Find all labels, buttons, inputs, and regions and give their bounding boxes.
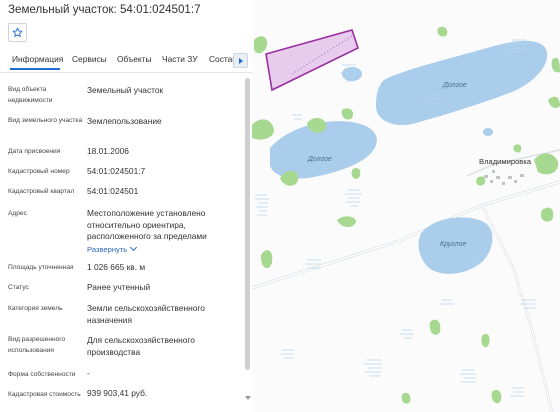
field-value: 54:01:024501:7: [87, 166, 146, 176]
map-canvas[interactable]: Долгое Долгое Круглое Владимировка: [252, 0, 560, 412]
field-label: Категория земель: [8, 305, 63, 312]
chevron-right-icon: [238, 57, 243, 64]
lake-label-krugloe: Круглое: [440, 241, 467, 248]
road-line: [480, 204, 554, 412]
field-value: -: [87, 368, 90, 378]
lake-label-dolgoe: Долгое: [443, 82, 467, 89]
field-label: Дата присвоения: [8, 148, 61, 155]
active-tab-indicator: [10, 68, 60, 70]
field-label: Форма собственности: [8, 371, 76, 378]
favorite-button[interactable]: [8, 23, 27, 42]
field-value: 1 026 665 кв. м: [87, 262, 146, 272]
scroll-down-icon[interactable]: [245, 396, 251, 400]
field-label: Вид земельного участка: [8, 117, 83, 124]
field-label: Кадастровый квартал: [8, 188, 75, 195]
scrollbar-thumb[interactable]: [245, 78, 250, 370]
field-label: Адрес: [8, 210, 27, 217]
address-value: Местоположение установлено относительно …: [87, 208, 237, 255]
map-svg: [252, 26, 560, 412]
page-title: Земельный участок: 54:01:024501:7: [8, 3, 201, 16]
road-line: [481, 204, 553, 412]
expand-label: Развернуть: [87, 244, 128, 254]
village-label: Владимировка: [479, 157, 532, 166]
tab-bar: Информация Сервисы Объекты Части ЗУ Сост…: [0, 50, 252, 73]
field-value: Землепользование: [87, 116, 162, 126]
field-label: Площадь уточненная: [8, 264, 74, 271]
tab-parts[interactable]: Части ЗУ: [162, 54, 198, 64]
info-panel: Земельный участок: 54:01:024501:7 Информ…: [0, 0, 253, 412]
field-label: Кадастровая стоимость: [8, 391, 81, 398]
field-value: Земли сельскохозяйственного назначения: [87, 303, 205, 325]
tab-objects[interactable]: Объекты: [117, 54, 152, 64]
cadastral-parcel[interactable]: [265, 29, 359, 92]
lake-label-dolgoe-south: Долгое: [308, 156, 332, 163]
tab-info[interactable]: Информация: [12, 54, 63, 64]
field-value: 54:01:024501: [87, 186, 139, 196]
field-label: Вид объекта недвижимости: [8, 86, 53, 104]
pond: [483, 128, 493, 136]
expand-link[interactable]: Развернуть: [87, 243, 237, 256]
field-label: Кадастровый номер: [8, 168, 70, 175]
field-value: Для сельскохозяйственного производства: [87, 335, 195, 357]
field-value: 939 903,41 руб.: [87, 388, 148, 398]
field-value: 18.01.2006: [87, 146, 129, 156]
chevron-down-icon: [130, 243, 138, 251]
tabs-scroll-button[interactable]: [233, 53, 248, 68]
tab-services[interactable]: Сервисы: [72, 54, 107, 64]
star-icon: [12, 27, 23, 37]
field-label: Статус: [8, 284, 29, 291]
village-buildings: [484, 170, 524, 185]
field-value: Ранее учтенный: [87, 282, 151, 292]
field-value: Местоположение установлено относительно …: [87, 208, 207, 241]
field-value: Земельный участок: [87, 85, 164, 95]
field-label: Вид разрешенного использования: [8, 336, 66, 354]
